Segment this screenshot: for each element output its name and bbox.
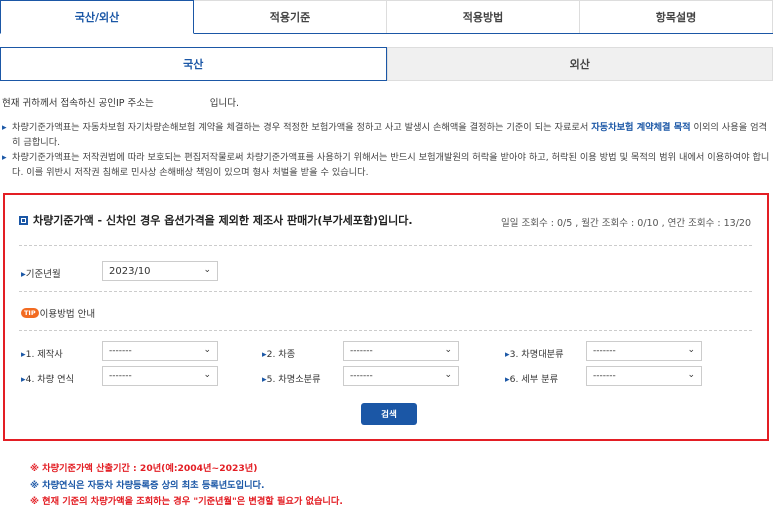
tab-item-description[interactable]: 항목설명 (580, 0, 773, 33)
detail-select-value: ------- (593, 371, 616, 381)
car-type-select[interactable]: ------- ⌄ (343, 341, 459, 361)
model-minor-select-value: ------- (350, 371, 373, 381)
field-label-detail: ▸6. 세부 분류 (505, 371, 558, 385)
chevron-down-icon: ⌄ (203, 370, 211, 380)
maker-select[interactable]: ------- ⌄ (102, 341, 218, 361)
arrow-icon: ▸ (2, 122, 7, 133)
model-minor-select[interactable]: ------- ⌄ (343, 366, 459, 386)
field-label-maker: ▸1. 제작사 (21, 346, 63, 360)
query-counts: 일일 조회수 : 0/5 , 월간 조회수 : 0/10 , 연간 조회수 : … (501, 218, 751, 229)
car-type-select-value: ------- (350, 346, 373, 356)
chevron-down-icon: ⌄ (687, 370, 695, 380)
divider (19, 330, 752, 331)
chevron-down-icon: ⌄ (444, 370, 452, 380)
notice-usage-purpose: ▸ 차량기준가액표는 자동차보험 자기차량손해보험 계약을 체결하는 경우 적정한… (2, 120, 770, 150)
footnotes: ※ 차량기준가액 산출기간 : 20년(예:2004년~2023년) ※ 차량연… (30, 461, 343, 511)
field-label-car-type: ▸2. 차종 (262, 346, 295, 360)
model-major-select-value: ------- (593, 346, 616, 356)
detail-select[interactable]: ------- ⌄ (586, 366, 702, 386)
field-label-model-minor: ▸5. 차명소분류 (262, 371, 321, 385)
top-tab-bar: 국산/외산 적용기준 적용방법 항목설명 (0, 0, 773, 34)
tab-domestic-foreign[interactable]: 국산/외산 (0, 0, 194, 34)
chevron-down-icon: ⌄ (203, 345, 211, 355)
ip-text-before: 현재 귀하께서 접속하신 공인IP 주소는 (2, 98, 154, 109)
notice-1-highlight: 자동차보험 계약체결 목적 (591, 122, 691, 133)
footnote-period: ※ 차량기준가액 산출기간 : 20년(예:2004년~2023년) (30, 463, 258, 474)
usage-notices: ▸ 차량기준가액표는 자동차보험 자기차량손해보험 계약을 체결하는 경우 적정한… (2, 120, 770, 180)
field-label-car-type-text: 2. 차종 (266, 349, 296, 360)
maker-select-value: ------- (109, 346, 132, 356)
field-label-model-minor-text: 5. 차명소분류 (266, 374, 321, 385)
notice-copyright: ▸ 차량기준가액표는 저작권법에 따라 보호되는 편집저작물로써 차량기준가액표를… (2, 150, 770, 180)
period-select[interactable]: 2023/10 ⌄ (102, 261, 218, 281)
square-bullet-icon (19, 215, 28, 225)
period-label: ▸기준년월 (21, 266, 61, 280)
divider (19, 245, 752, 246)
tip-label: 이용방법 안내 (39, 309, 96, 320)
search-button[interactable]: 검색 (361, 403, 417, 425)
tip-badge: TIP (21, 308, 39, 318)
chevron-down-icon: ⌄ (687, 345, 695, 355)
tab-method[interactable]: 적용방법 (387, 0, 580, 33)
notice-2-text: 차량기준가액표는 저작권법에 따라 보호되는 편집저작물로써 차량기준가액표를 … (12, 152, 770, 178)
tab-criteria[interactable]: 적용기준 (194, 0, 387, 33)
sub-tab-bar: 국산 외산 (0, 47, 773, 81)
field-label-year-text: 4. 차량 연식 (25, 374, 75, 385)
chevron-down-icon: ⌄ (444, 345, 452, 355)
search-panel-title: 차량기준가액 - 신차인 경우 옵션가격을 제외한 제조사 판매가(부가세포함)… (19, 212, 413, 228)
ip-notice: 현재 귀하께서 접속하신 공인IP 주소는 입니다. (2, 95, 239, 109)
field-label-model-major-text: 3. 차명대분류 (509, 349, 564, 360)
footnote-year: ※ 차량연식은 자동차 차량등록증 상의 최초 등록년도입니다. (30, 479, 265, 491)
search-panel-title-text: 차량기준가액 - 신차인 경우 옵션가격을 제외한 제조사 판매가(부가세포함)… (33, 214, 413, 227)
field-label-model-major: ▸3. 차명대분류 (505, 346, 564, 360)
model-major-select[interactable]: ------- ⌄ (586, 341, 702, 361)
footnote-base-month: ※ 현재 기준의 차량가액을 조회하는 경우 "기준년월"은 변경할 필요가 없… (30, 496, 343, 507)
notice-1-pre: 차량기준가액표는 자동차보험 자기차량손해보험 계약을 체결하는 경우 적정한 … (12, 122, 592, 133)
period-label-text: 기준년월 (25, 269, 61, 280)
search-panel: 차량기준가액 - 신차인 경우 옵션가격을 제외한 제조사 판매가(부가세포함)… (3, 193, 769, 441)
year-select-value: ------- (109, 371, 132, 381)
field-label-maker-text: 1. 제작사 (25, 349, 63, 360)
period-select-value: 2023/10 (109, 265, 151, 277)
tab-domestic[interactable]: 국산 (0, 47, 387, 81)
divider (19, 291, 752, 292)
chevron-down-icon: ⌄ (203, 265, 211, 275)
tab-foreign[interactable]: 외산 (386, 47, 773, 81)
ip-text-after: 입니다. (209, 98, 239, 109)
arrow-icon: ▸ (2, 152, 7, 163)
year-select[interactable]: ------- ⌄ (102, 366, 218, 386)
field-label-year: ▸4. 차량 연식 (21, 371, 74, 385)
field-label-detail-text: 6. 세부 분류 (509, 374, 559, 385)
tip-guide[interactable]: TIP 이용방법 안내 (21, 306, 95, 320)
